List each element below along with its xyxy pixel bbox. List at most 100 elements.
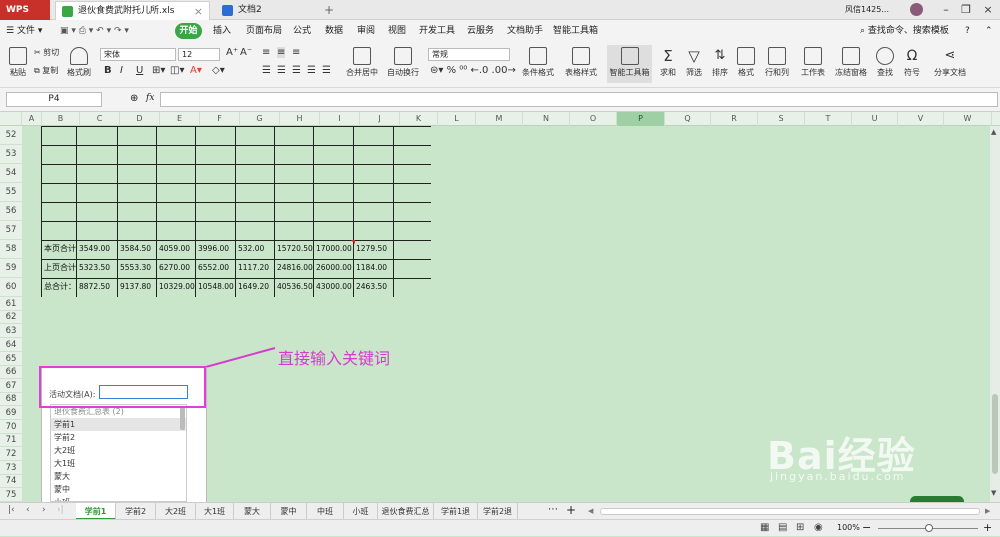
list-item[interactable]: 蒙中: [51, 483, 186, 496]
italic-icon[interactable]: I: [120, 65, 123, 76]
value-cell[interactable]: 10548.00: [198, 278, 234, 296]
sheet-tab[interactable]: 大1班: [196, 503, 234, 520]
column-header-t[interactable]: T: [805, 112, 852, 126]
row-header-72[interactable]: 72: [0, 447, 22, 461]
column-header-g[interactable]: G: [240, 112, 280, 126]
column-header-b[interactable]: B: [42, 112, 80, 126]
value-cell[interactable]: 24816.00: [277, 259, 313, 277]
document-tab-xls[interactable]: 退伙食费武附托儿所.xls ×: [55, 1, 210, 20]
align-bottom-icon[interactable]: ≡: [292, 47, 300, 58]
value-cell[interactable]: 43000.00: [316, 278, 352, 296]
value-cell[interactable]: 17000.00: [316, 240, 352, 258]
tab-data[interactable]: 数据: [325, 23, 343, 39]
scroll-down-icon[interactable]: ▼: [991, 489, 996, 497]
column-header-v[interactable]: V: [898, 112, 944, 126]
column-header-p[interactable]: P: [617, 112, 665, 126]
justify-icon[interactable]: ☰: [307, 65, 316, 76]
user-name[interactable]: 风信1425...: [845, 4, 889, 15]
column-header-w[interactable]: W: [944, 112, 992, 126]
horizontal-scrollbar[interactable]: [600, 508, 980, 515]
value-cell[interactable]: 1649.20: [238, 278, 269, 296]
minimize-icon[interactable]: –: [935, 0, 957, 20]
value-cell[interactable]: 26000.00: [316, 259, 352, 277]
formula-input[interactable]: [160, 92, 998, 107]
scroll-up-icon[interactable]: ▲: [991, 128, 996, 136]
sheet-tab[interactable]: 学前1: [76, 503, 116, 520]
list-item[interactable]: 大1班: [51, 457, 186, 470]
value-cell[interactable]: 3549.00: [79, 240, 110, 258]
value-cell[interactable]: 40536.50: [277, 278, 313, 296]
search-command[interactable]: ⌕ 查找命令、搜索模板: [860, 23, 949, 39]
value-cell[interactable]: 10329.00: [159, 278, 195, 296]
value-cell[interactable]: 15720.50: [277, 240, 313, 258]
font-shrink-icon[interactable]: A⁻: [240, 47, 252, 58]
number-format-icons[interactable]: ⊜▾ % ⁰⁰ ←.0 .00→: [430, 65, 516, 76]
avatar[interactable]: [910, 3, 923, 16]
merge-center-button[interactable]: 合并居中: [343, 47, 381, 78]
list-scrollbar[interactable]: [180, 406, 185, 430]
align-right-icon[interactable]: ☰: [292, 65, 301, 76]
share-doc-button[interactable]: ⋖ 分享文档: [932, 47, 968, 78]
select-all-corner[interactable]: [0, 112, 22, 126]
tab-cloud[interactable]: 云服务: [467, 23, 494, 39]
cut-button[interactable]: ✂ 剪切: [34, 47, 59, 58]
value-cell[interactable]: 6552.00: [198, 259, 229, 277]
zoom-in-icon[interactable]: +: [983, 521, 992, 534]
sheet-tab[interactable]: 蒙中: [271, 503, 307, 520]
sheet-tab[interactable]: 小班: [344, 503, 378, 520]
file-menu[interactable]: ☰ 文件 ▾: [6, 23, 42, 39]
column-header-m[interactable]: M: [476, 112, 523, 126]
sum-button[interactable]: Σ 求和: [657, 47, 679, 78]
row-header-62[interactable]: 62: [0, 311, 22, 324]
sheet-list[interactable]: 退伙食费汇总表 (2) 学前1 学前2 大2班 大1班 蒙大 蒙中 小班: [50, 404, 187, 502]
tab-insert[interactable]: 插入: [213, 23, 231, 39]
list-item[interactable]: 学前1: [51, 418, 186, 431]
fx-icon[interactable]: fx: [146, 93, 154, 103]
sheet-tab[interactable]: 学前2退: [478, 503, 518, 520]
row-header-68[interactable]: 68: [0, 393, 22, 406]
value-cell[interactable]: 3996.00: [198, 240, 229, 258]
find-button[interactable]: 查找: [873, 47, 897, 78]
border-icon[interactable]: ⊞▾: [152, 65, 165, 76]
restore-icon[interactable]: ❐: [955, 0, 977, 20]
wrap-text-button[interactable]: 自动换行: [385, 47, 421, 78]
name-box[interactable]: P4: [6, 92, 102, 107]
zoom-slider-thumb[interactable]: [925, 524, 933, 532]
paste-button[interactable]: 粘贴: [6, 47, 30, 78]
column-header-i[interactable]: I: [320, 112, 360, 126]
value-cell[interactable]: 3584.50: [120, 240, 151, 258]
row-label-cell[interactable]: 本页合计: [44, 240, 76, 258]
row-header-61[interactable]: 61: [0, 297, 22, 311]
conditional-format-button[interactable]: 条件格式: [518, 47, 558, 78]
row-header-73[interactable]: 73: [0, 461, 22, 475]
row-header-65[interactable]: 65: [0, 352, 22, 366]
row-label-cell[interactable]: 上页合计: [44, 259, 76, 277]
clear-format-icon[interactable]: ◇▾: [212, 65, 225, 76]
row-header-75[interactable]: 75: [0, 488, 22, 502]
last-sheet-icon[interactable]: ›|: [57, 505, 64, 515]
sheet-tab[interactable]: 大2班: [156, 503, 196, 520]
row-header-54[interactable]: 54: [0, 164, 22, 183]
wps-home-tab[interactable]: WPS: [0, 0, 50, 20]
column-header-k[interactable]: K: [400, 112, 438, 126]
next-sheet-icon[interactable]: ›: [42, 505, 46, 515]
column-header-c[interactable]: C: [80, 112, 120, 126]
row-header-57[interactable]: 57: [0, 221, 22, 240]
symbol-button[interactable]: Ω 符号: [900, 47, 924, 78]
column-header-h[interactable]: H: [280, 112, 320, 126]
align-top-icon[interactable]: ≡: [262, 47, 270, 58]
value-cell[interactable]: 5553.30: [120, 259, 151, 277]
list-item[interactable]: 大2班: [51, 444, 186, 457]
column-header-a[interactable]: A: [22, 112, 42, 126]
row-label-cell[interactable]: 总合计：: [44, 278, 76, 296]
freeze-panes-button[interactable]: 冻结窗格: [832, 47, 870, 78]
reading-mode-icon[interactable]: ◉: [814, 522, 823, 533]
tab-developer[interactable]: 开发工具: [419, 23, 455, 39]
value-cell[interactable]: 6270.00: [159, 259, 190, 277]
tab-formula[interactable]: 公式: [293, 23, 311, 39]
row-header-59[interactable]: 59: [0, 259, 22, 278]
column-header-s[interactable]: S: [758, 112, 805, 126]
column-header-l[interactable]: L: [438, 112, 476, 126]
number-format-select[interactable]: 常规: [428, 48, 510, 61]
tab-view[interactable]: 视图: [388, 23, 406, 39]
